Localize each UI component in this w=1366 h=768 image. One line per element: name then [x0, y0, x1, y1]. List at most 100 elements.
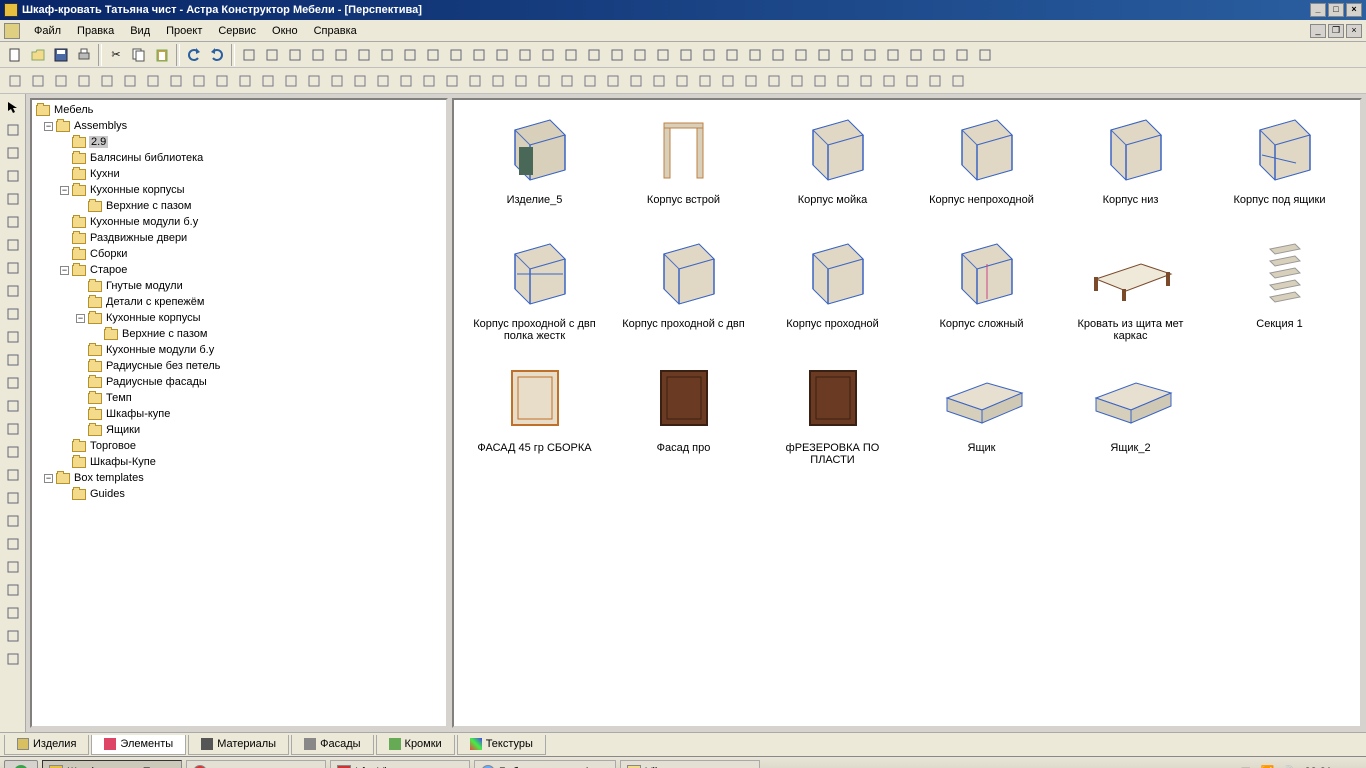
left-tool-button[interactable] [2, 280, 24, 302]
toolbar-button[interactable] [629, 44, 651, 66]
toolbar-button[interactable] [537, 44, 559, 66]
tree-node-boxtemplates[interactable]: −Box templates [36, 470, 442, 486]
toolbar-button[interactable] [947, 70, 969, 92]
toolbar-button[interactable] [928, 44, 950, 66]
left-tool-button[interactable] [2, 349, 24, 371]
toolbar-button[interactable] [602, 70, 624, 92]
tree-node[interactable]: Балясины библиотека [36, 150, 442, 166]
toolbar-button[interactable] [583, 44, 605, 66]
toolbar-button[interactable] [50, 70, 72, 92]
toolbar-button[interactable] [832, 70, 854, 92]
library-item[interactable]: Корпус сложный [911, 234, 1052, 348]
menu-service[interactable]: Сервис [210, 23, 264, 39]
left-tool-button[interactable] [2, 602, 24, 624]
tree-node[interactable]: −Кухонные корпусы [36, 182, 442, 198]
tree-node[interactable]: Кухни [36, 166, 442, 182]
toolbar-button[interactable] [119, 70, 141, 92]
tree-node-2-9[interactable]: 2.9 [36, 134, 442, 150]
close-button[interactable]: × [1346, 3, 1362, 17]
tab-kromki[interactable]: Кромки [376, 735, 455, 755]
toolbar-button[interactable] [648, 70, 670, 92]
left-tool-button[interactable] [2, 625, 24, 647]
arrow-tool-icon[interactable] [2, 96, 24, 118]
left-tool-button[interactable] [2, 487, 24, 509]
toolbar-button[interactable] [652, 44, 674, 66]
left-tool-button[interactable] [2, 165, 24, 187]
library-item[interactable]: Изделие_5 [464, 110, 605, 224]
toolbar-button[interactable] [878, 70, 900, 92]
tb-new-icon[interactable] [4, 44, 26, 66]
toolbar-button[interactable] [813, 44, 835, 66]
tb-cut-icon[interactable]: ✂ [105, 44, 127, 66]
tb-open-icon[interactable] [27, 44, 49, 66]
taskbar-app-astra[interactable]: Шкаф-кровать Т... [42, 760, 182, 768]
left-tool-button[interactable] [2, 395, 24, 417]
minimize-button[interactable]: _ [1310, 3, 1326, 17]
toolbar-button[interactable] [809, 70, 831, 92]
toolbar-button[interactable] [882, 44, 904, 66]
toolbar-button[interactable] [556, 70, 578, 92]
toolbar-button[interactable] [717, 70, 739, 92]
library-item[interactable]: Ящик [911, 358, 1052, 472]
toolbar-button[interactable] [468, 44, 490, 66]
menu-view[interactable]: Вид [122, 23, 158, 39]
left-tool-button[interactable] [2, 234, 24, 256]
left-tool-button[interactable] [2, 464, 24, 486]
library-item[interactable]: Корпус проходной [762, 234, 903, 348]
mdi-close[interactable]: × [1346, 24, 1362, 38]
left-tool-button[interactable] [2, 303, 24, 325]
tab-izdeliya[interactable]: Изделия [4, 735, 89, 755]
tray-icon[interactable]: ◧ [1240, 765, 1254, 768]
left-tool-button[interactable] [2, 188, 24, 210]
left-tool-button[interactable] [2, 648, 24, 670]
library-item[interactable]: Ящик_2 [1060, 358, 1201, 472]
toolbar-button[interactable] [188, 70, 210, 92]
tree-node[interactable]: Сборки [36, 246, 442, 262]
tree-node[interactable]: Раздвижные двери [36, 230, 442, 246]
toolbar-button[interactable] [491, 44, 513, 66]
toolbar-button[interactable] [464, 70, 486, 92]
toolbar-button[interactable] [510, 70, 532, 92]
toolbar-button[interactable] [353, 44, 375, 66]
library-item[interactable]: Корпус под ящики [1209, 110, 1350, 224]
toolbar-button[interactable] [951, 44, 973, 66]
toolbar-button[interactable] [376, 44, 398, 66]
left-tool-button[interactable] [2, 119, 24, 141]
menu-help[interactable]: Справка [306, 23, 365, 39]
toolbar-button[interactable] [905, 44, 927, 66]
tree-node-assemblys[interactable]: −Assemblys [36, 118, 442, 134]
left-tool-button[interactable] [2, 142, 24, 164]
mdi-icon[interactable] [4, 23, 20, 39]
library-item[interactable]: Корпус низ [1060, 110, 1201, 224]
taskbar-app-libraries[interactable]: Библиотеки для Аст... [474, 760, 616, 768]
left-tool-button[interactable] [2, 441, 24, 463]
toolbar-button[interactable] [675, 44, 697, 66]
toolbar-button[interactable] [27, 70, 49, 92]
toolbar-button[interactable] [763, 70, 785, 92]
toolbar-button[interactable] [280, 70, 302, 92]
toolbar-button[interactable] [211, 70, 233, 92]
tree-node[interactable]: Темп [36, 390, 442, 406]
maximize-button[interactable]: □ [1328, 3, 1344, 17]
tree-node[interactable]: Верхние с пазом [36, 326, 442, 342]
toolbar-button[interactable] [836, 44, 858, 66]
toolbar-button[interactable] [606, 44, 628, 66]
toolbar-button[interactable] [418, 70, 440, 92]
library-item[interactable]: ФАСАД 45 гр СБОРКА [464, 358, 605, 472]
taskbar-app-opera[interactable] [186, 760, 326, 768]
tree-node[interactable]: Шкафы-Купе [36, 454, 442, 470]
mdi-restore[interactable]: ❐ [1328, 24, 1344, 38]
toolbar-button[interactable] [307, 44, 329, 66]
toolbar-button[interactable] [855, 70, 877, 92]
toolbar-button[interactable] [234, 70, 256, 92]
toolbar-button[interactable] [349, 70, 371, 92]
left-tool-button[interactable] [2, 418, 24, 440]
left-tool-button[interactable] [2, 372, 24, 394]
tree-node[interactable]: Кухонные модули б.у [36, 214, 442, 230]
toolbar-button[interactable] [238, 44, 260, 66]
tree-node[interactable]: Радиусные фасады [36, 374, 442, 390]
library-item[interactable]: Корпус проходной с двп полка жестк [464, 234, 605, 348]
toolbar-button[interactable] [924, 70, 946, 92]
tb-redo-icon[interactable] [206, 44, 228, 66]
toolbar-button[interactable] [786, 70, 808, 92]
